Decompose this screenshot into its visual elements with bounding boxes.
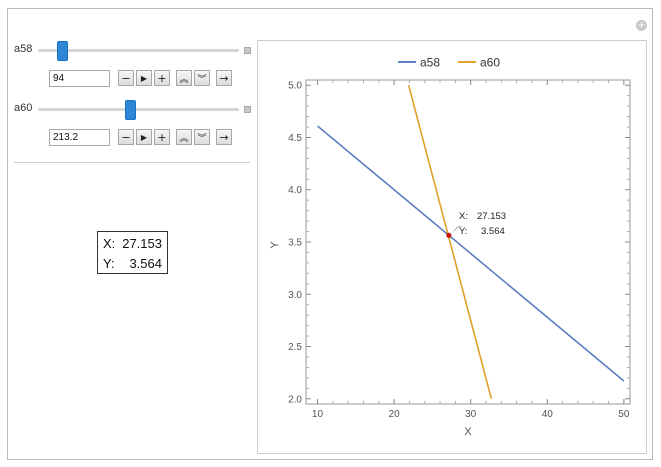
annotation-y-value: 3.564 <box>481 226 505 237</box>
x-axis-label: X <box>464 426 472 438</box>
annotation-y-label: Y: <box>459 226 467 237</box>
x-tick-label: 10 <box>312 409 324 420</box>
x-tick-label: 30 <box>465 409 477 420</box>
y-tick-label: 4.5 <box>288 133 302 144</box>
y-tick-label: 2.5 <box>288 342 302 353</box>
x-tick-label: 40 <box>542 409 554 420</box>
y-tick-label: 2.0 <box>288 394 302 405</box>
series-line-a60 <box>407 85 493 399</box>
line-chart: 10 20 30 40 50 2.0 2.5 3.0 3.5 4.0 4.5 5.0 X Ya58 a60 X… <box>269 56 631 438</box>
legend-label-a60: a60 <box>480 56 500 70</box>
y-tick-label: 3.5 <box>288 238 302 249</box>
plot-frame <box>305 79 631 405</box>
x-tick-label: 50 <box>618 409 630 420</box>
y-tick-label: 5.0 <box>288 81 302 92</box>
series-line-a58 <box>316 125 625 382</box>
y-tick-label: 3.0 <box>288 290 302 301</box>
y-tick-label: 4.0 <box>288 185 302 196</box>
intersection-point <box>446 232 452 238</box>
annotation-x-value: 27.153 <box>477 211 506 222</box>
x-tick-label: 20 <box>389 409 401 420</box>
y-axis-label: Y <box>269 241 281 249</box>
legend-label-a58: a58 <box>420 56 440 70</box>
annotation-x-label: X: <box>459 211 468 222</box>
